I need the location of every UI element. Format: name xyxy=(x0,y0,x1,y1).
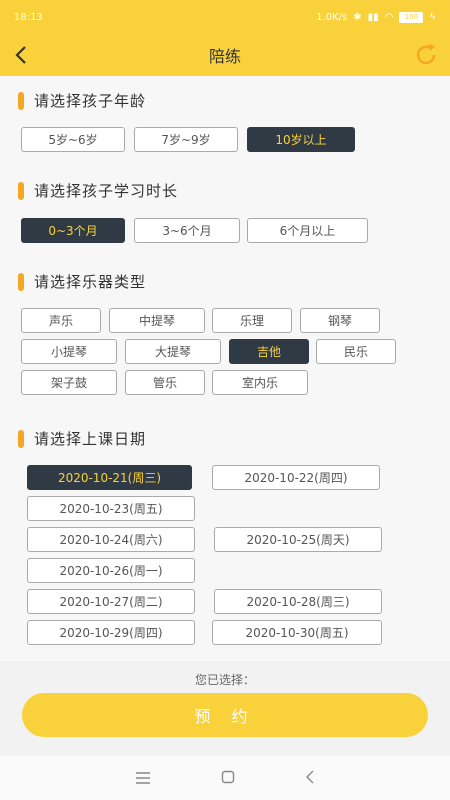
instrument-option[interactable]: 小提琴 xyxy=(21,339,117,364)
date-option[interactable]: 2020-10-25(周天) xyxy=(214,527,382,552)
date-option[interactable]: 2020-10-29(周四) xyxy=(27,620,195,645)
date-option[interactable]: 2020-10-28(周三) xyxy=(214,589,382,614)
instrument-option[interactable]: 室内乐 xyxy=(212,370,308,395)
section-marker xyxy=(18,181,24,200)
instrument-option[interactable]: 钢琴 xyxy=(300,308,380,333)
status-icons: 1.0K/s ✱ ▮▮ ◠ 100 ϟ xyxy=(316,11,436,23)
charging-icon: ϟ xyxy=(429,11,436,23)
page-title: 陪练 xyxy=(208,47,241,66)
instrument-option[interactable]: 管乐 xyxy=(125,370,205,395)
status-time: 18:13 xyxy=(14,11,43,23)
section-title-text: 请选择上课日期 xyxy=(34,430,147,448)
date-option[interactable]: 2020-10-23(周五) xyxy=(27,496,195,521)
date-option[interactable]: 2020-10-27(周二) xyxy=(27,589,195,614)
refresh-button[interactable] xyxy=(412,41,440,69)
date-option[interactable]: 2020-10-30(周五) xyxy=(212,620,382,645)
section-marker xyxy=(18,429,24,448)
date-option[interactable]: 2020-10-22(周四) xyxy=(212,465,380,490)
instrument-option[interactable]: 架子鼓 xyxy=(21,370,117,395)
status-bar: 18:13 1.0K/s ✱ ▮▮ ◠ 100 ϟ xyxy=(0,0,450,34)
duration-option[interactable]: 3~6个月 xyxy=(134,218,240,243)
section-title-duration: 请选择孩子学习时长 xyxy=(18,180,178,201)
section-marker xyxy=(18,272,24,291)
instrument-option[interactable]: 大提琴 xyxy=(125,339,221,364)
home-icon[interactable] xyxy=(221,769,235,788)
selected-summary: 您已选择： xyxy=(194,673,255,687)
back-arrow-icon xyxy=(15,46,26,64)
header: 陪练 xyxy=(0,34,450,76)
system-navigation xyxy=(0,756,450,800)
section-title-text: 请选择孩子年龄 xyxy=(34,92,147,110)
section-title-date: 请选择上课日期 xyxy=(18,428,146,449)
duration-option[interactable]: 6个月以上 xyxy=(247,218,368,243)
section-marker xyxy=(18,91,24,110)
book-button[interactable]: 预 约 xyxy=(22,693,428,737)
age-option[interactable]: 10岁以上 xyxy=(247,127,355,152)
duration-option[interactable]: 0~3个月 xyxy=(21,218,125,243)
signal-icon: ▮▮ xyxy=(367,11,379,23)
bluetooth-icon: ✱ xyxy=(353,11,362,23)
booking-footer: 您已选择： 预 约 xyxy=(0,661,450,756)
menu-icon[interactable] xyxy=(135,769,151,788)
instrument-option[interactable]: 乐理 xyxy=(212,308,292,333)
age-option[interactable]: 7岁~9岁 xyxy=(134,127,238,152)
instrument-option[interactable]: 中提琴 xyxy=(109,308,205,333)
section-title-age: 请选择孩子年龄 xyxy=(18,90,146,111)
instrument-option[interactable]: 民乐 xyxy=(316,339,396,364)
wifi-icon: ◠ xyxy=(384,11,394,23)
date-option[interactable]: 2020-10-21(周三) xyxy=(27,465,192,490)
instrument-option[interactable]: 声乐 xyxy=(21,308,101,333)
network-speed: 1.0K/s xyxy=(316,11,348,23)
booking-form: 请选择孩子年龄请选择孩子学习时长 请选择乐器类型 请选择上课日期 5岁~6岁 7岁~9… xyxy=(0,76,450,661)
back-nav-icon[interactable] xyxy=(305,769,315,788)
back-button[interactable] xyxy=(10,42,34,68)
date-option[interactable]: 2020-10-24(周六) xyxy=(27,527,195,552)
instrument-option[interactable]: 吉他 xyxy=(229,339,309,364)
date-option[interactable]: 2020-10-26(周一) xyxy=(27,558,195,583)
section-title-text: 请选择孩子学习时长 xyxy=(34,182,179,200)
section-title-text: 请选择乐器类型 xyxy=(34,273,147,291)
age-option[interactable]: 5岁~6岁 xyxy=(21,127,125,152)
refresh-icon xyxy=(416,44,436,65)
battery-icon: 100 xyxy=(399,11,424,23)
section-title-instrument: 请选择乐器类型 xyxy=(18,271,146,292)
